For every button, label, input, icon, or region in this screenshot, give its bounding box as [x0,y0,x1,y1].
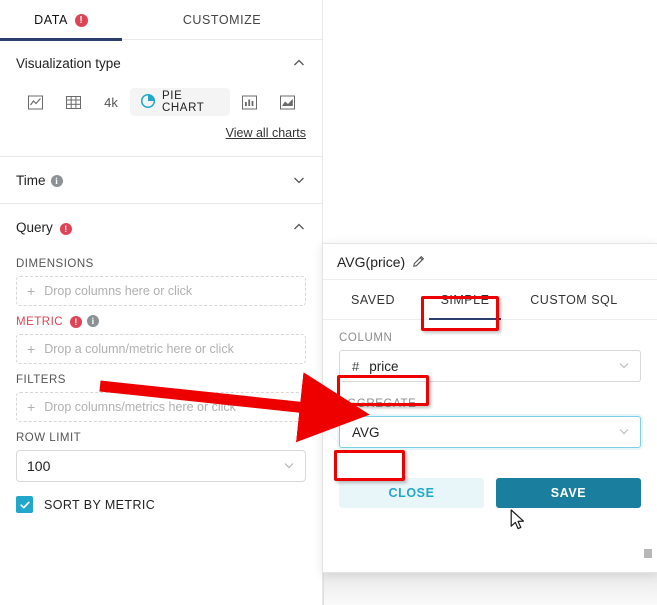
column-label: COLUMN [339,332,393,344]
plus-icon: + [27,283,36,299]
tab-custom-sql[interactable]: CUSTOM SQL [519,280,629,319]
chevron-up-icon[interactable] [292,56,306,70]
line-chart-icon[interactable] [16,88,54,116]
big-number-icon[interactable]: 4k [92,88,130,116]
popover-title: AVG(price) [337,253,406,270]
visualization-type-list: 4k PIE CHART [16,86,306,120]
app-root: DATA ! CUSTOMIZE Visualization type 4k P… [0,0,657,605]
checkbox-checked-icon [16,496,33,513]
view-all-charts-row: View all charts [16,120,306,156]
close-button-label: CLOSE [388,486,435,500]
panel-tabs: DATA ! CUSTOMIZE [0,0,322,41]
plus-icon: + [27,399,36,415]
page-background-strip [323,573,657,605]
plus-icon: + [27,341,36,357]
row-limit-value: 100 [27,458,51,474]
chevron-up-icon[interactable] [292,220,306,234]
row-limit-select[interactable]: 100 [16,450,306,482]
tab-saved-label: SAVED [351,292,395,307]
chevron-down-icon [618,425,630,440]
time-section-title: Time [16,172,46,188]
pie-chart-icon [140,93,156,112]
metric-editor-popover: AVG(price) SAVED SIMPLE CUSTOM SQL COLUM… [322,243,657,573]
bar-chart-icon[interactable] [230,88,268,116]
popover-actions: CLOSE SAVE [323,464,657,508]
data-tab-error-icon: ! [74,13,88,27]
save-button-label: SAVE [550,486,587,500]
close-button[interactable]: CLOSE [339,478,484,508]
row-limit-label: ROW LIMIT [16,432,82,444]
metric-placeholder: Drop a column/metric here or click [44,342,234,356]
filters-label: FILTERS [16,374,66,386]
tab-customize[interactable]: CUSTOMIZE [122,0,322,40]
pencil-icon[interactable] [412,255,425,268]
table-icon[interactable] [54,88,92,116]
metric-label: METRIC [16,316,64,328]
chevron-down-icon [283,458,295,474]
section-time: Time i [0,157,322,204]
sort-by-metric-checkbox[interactable]: SORT BY METRIC [16,496,306,527]
viz-option-pie-chart[interactable]: PIE CHART [130,88,230,116]
numeric-type-icon: # [352,358,360,374]
time-section-header[interactable]: Time i [16,157,306,203]
column-select[interactable]: # price [339,350,641,382]
visualization-type-title: Visualization type [16,55,121,71]
popover-header: AVG(price) [323,244,657,280]
filters-placeholder: Drop columns/metrics here or click [44,400,236,414]
query-section-title: Query [16,219,53,235]
aggregate-select[interactable]: AVG [339,416,641,448]
aggregate-value: AVG [352,424,380,440]
popover-body: COLUMN # price AGGREGATE AVG [323,320,657,448]
metric-error-icon: ! [70,316,83,328]
tab-data-label: DATA [34,13,68,27]
area-chart-icon[interactable] [268,88,306,116]
query-error-icon: ! [59,222,72,235]
query-section-header[interactable]: Query! [16,204,306,250]
aggregate-label: AGGREGATE [339,398,417,410]
metric-dropzone[interactable]: + Drop a column/metric here or click [16,334,306,364]
dimensions-label: DIMENSIONS [16,258,94,270]
tab-customize-label: CUSTOMIZE [182,13,262,27]
metric-info-icon[interactable]: i [87,315,100,327]
section-visualization-type: Visualization type 4k PIE CHART View all… [0,40,322,157]
big-number-label: 4k [104,94,118,110]
save-button[interactable]: SAVE [496,478,641,508]
tab-saved[interactable]: SAVED [337,280,409,319]
time-info-icon[interactable]: i [50,174,63,187]
chevron-down-icon [618,359,630,374]
dimensions-placeholder: Drop columns here or click [44,284,193,298]
metric-label-row: METRIC ! i [16,315,306,328]
tab-custom-sql-label: CUSTOM SQL [530,292,618,307]
chevron-down-icon[interactable] [292,173,306,187]
filters-dropzone[interactable]: + Drop columns/metrics here or click [16,392,306,422]
column-value: price [369,358,399,374]
control-panel: DATA ! CUSTOMIZE Visualization type 4k P… [0,0,323,605]
popover-tabs: SAVED SIMPLE CUSTOM SQL [323,280,657,320]
tab-simple[interactable]: SIMPLE [429,280,501,320]
tab-simple-label: SIMPLE [440,292,490,307]
view-all-charts-link[interactable]: View all charts [226,126,306,140]
sort-by-metric-label: SORT BY METRIC [44,497,156,512]
visualization-type-header[interactable]: Visualization type [16,40,306,86]
pie-chart-label: PIE CHART [162,90,205,114]
dimensions-dropzone[interactable]: + Drop columns here or click [16,276,306,306]
tab-data[interactable]: DATA ! [0,0,122,41]
section-query: Query! DIMENSIONS + Drop columns here or… [0,204,322,527]
